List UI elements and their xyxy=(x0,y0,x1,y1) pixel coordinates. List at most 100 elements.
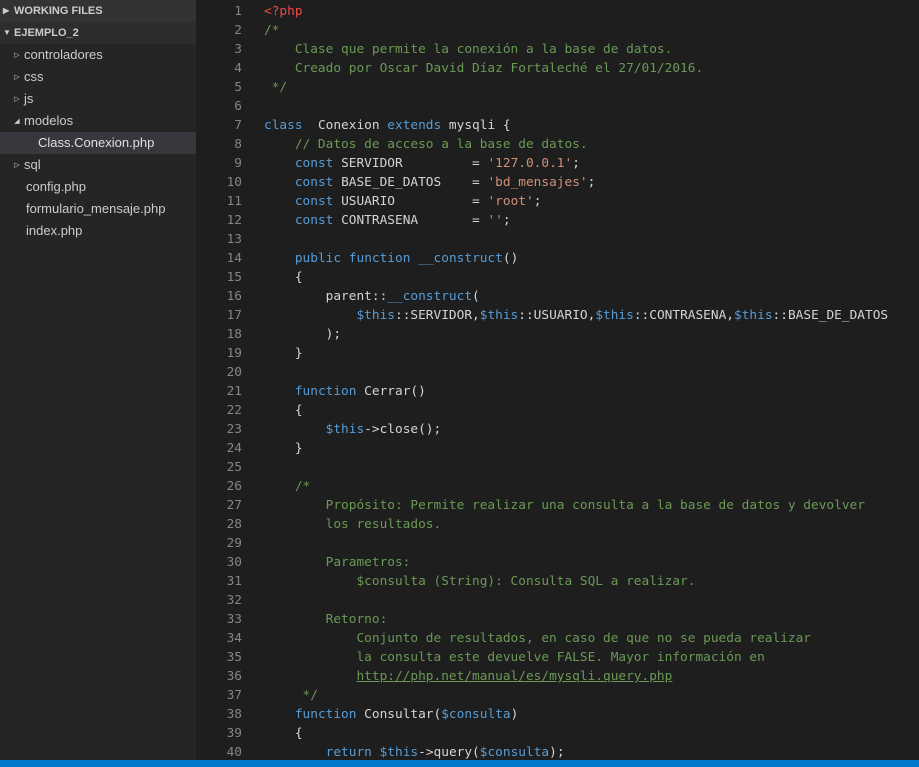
line-number: 15 xyxy=(226,270,242,285)
line-number: 9 xyxy=(234,156,242,171)
project-header[interactable]: ▼ EJEMPLO_2 xyxy=(0,22,196,44)
code-token: /* xyxy=(264,23,280,38)
tree-file[interactable]: formulario_mensaje.php xyxy=(0,198,196,220)
tree-folder[interactable]: ▷ css xyxy=(0,66,196,88)
code-token: function xyxy=(294,707,357,722)
code-line[interactable]: http://php.net/manual/es/mysqli.query.ph… xyxy=(264,667,672,686)
chevron-right-icon[interactable]: ▷ xyxy=(12,67,22,89)
file-explorer: ▶ WORKING FILES ▼ EJEMPLO_2 ▷ controladores… xyxy=(0,0,196,767)
code-token: BASE_DE_DATOS = xyxy=(333,175,488,190)
code-line[interactable]: $this::SERVIDOR,$this::USUARIO,$this::CO… xyxy=(264,306,888,325)
code-line[interactable]: const SERVIDOR = '127.0.0.1'; xyxy=(264,154,580,173)
tree-folder[interactable]: ◢ modelos xyxy=(0,110,196,132)
code-line[interactable]: { xyxy=(264,724,303,743)
working-files-header[interactable]: ▶ WORKING FILES xyxy=(0,0,196,22)
code-line[interactable]: /* xyxy=(264,21,279,40)
code-token: ->query( xyxy=(418,745,480,760)
code-token: ); xyxy=(549,745,565,760)
code-token: Parametros: xyxy=(264,555,411,570)
code-line[interactable]: Retorno: xyxy=(264,610,388,629)
code-token: const xyxy=(294,213,334,228)
line-number: 14 xyxy=(226,251,242,266)
code-line[interactable]: const CONTRASENA = ''; xyxy=(264,211,511,230)
line-number: 17 xyxy=(226,308,242,323)
tree-folder[interactable]: ▷ controladores xyxy=(0,44,196,66)
code-line[interactable]: parent::__construct( xyxy=(264,287,480,306)
code-line[interactable]: { xyxy=(264,401,303,420)
tree-folder[interactable]: ▷ sql xyxy=(0,154,196,176)
code-token: Consultar( xyxy=(356,707,442,722)
code-line[interactable]: const USUARIO = 'root'; xyxy=(264,192,542,211)
code-line[interactable]: function Cerrar() xyxy=(264,382,426,401)
code-token: const xyxy=(294,175,334,190)
line-number: 5 xyxy=(234,80,242,95)
code-line[interactable]: Clase que permite la conexión a la base … xyxy=(264,40,673,59)
code-line[interactable]: */ xyxy=(264,78,287,97)
code-line[interactable]: return $this->query($consulta); xyxy=(264,743,565,760)
code-token: $this xyxy=(734,308,773,323)
code-line[interactable]: function Consultar($consulta) xyxy=(264,705,518,724)
chevron-down-icon[interactable]: ◢ xyxy=(12,111,22,133)
code-token: USUARIO = xyxy=(333,194,488,209)
code-line[interactable]: $this->close(); xyxy=(264,420,442,439)
code-token: 'bd_mensajes' xyxy=(487,175,588,190)
tree-file[interactable]: Class.Conexion.php xyxy=(0,132,196,154)
tree-folder[interactable]: ▷ js xyxy=(0,88,196,110)
code-line[interactable]: Conjunto de resultados, en caso de que n… xyxy=(264,629,811,648)
code-token: ( xyxy=(472,289,480,304)
code-line[interactable]: los resultados. xyxy=(264,515,442,534)
line-number: 16 xyxy=(226,289,242,304)
code-line[interactable]: Propósito: Permite realizar una consulta… xyxy=(264,496,865,515)
code-line[interactable]: Parametros: xyxy=(264,553,411,572)
code-token: { xyxy=(264,403,303,418)
code-line[interactable]: ); xyxy=(264,325,341,344)
code-token: ::USUARIO, xyxy=(518,308,596,323)
tree-item-label: index.php xyxy=(26,223,83,238)
code-line[interactable]: public function __construct() xyxy=(264,249,518,268)
line-number: 33 xyxy=(226,612,242,627)
code-editor[interactable]: 1 <?php 2 /* 3 Clase que permite la conexión… xyxy=(196,0,919,760)
code-token: ) xyxy=(510,707,519,722)
code-line[interactable]: { xyxy=(264,268,303,287)
tree-file[interactable]: index.php xyxy=(0,220,196,242)
chevron-right-icon[interactable]: ▷ xyxy=(12,45,22,67)
code-token: Creado por Oscar David Díaz Fortaleché e… xyxy=(264,61,704,76)
code-line[interactable]: } xyxy=(264,344,303,363)
code-line[interactable]: /* xyxy=(264,477,310,496)
code-token: mysqli { xyxy=(441,118,511,133)
code-line[interactable]: class Conexion extends mysqli { xyxy=(264,116,511,135)
working-files-label: WORKING FILES xyxy=(14,5,103,17)
code-line[interactable]: la consulta este devuelve FALSE. Mayor i… xyxy=(264,648,764,667)
code-token: extends xyxy=(387,118,442,133)
line-number: 3 xyxy=(234,42,242,57)
tree-item-label: config.php xyxy=(26,179,86,194)
code-token: } xyxy=(264,441,303,456)
chevron-right-icon[interactable]: ▷ xyxy=(12,89,22,111)
code-line[interactable]: const BASE_DE_DATOS = 'bd_mensajes'; xyxy=(264,173,596,192)
code-line[interactable]: $consulta (String): Consulta SQL a reali… xyxy=(264,572,695,591)
chevron-right-icon[interactable]: ▷ xyxy=(12,155,22,177)
code-token: ); xyxy=(264,327,342,342)
code-line[interactable]: } xyxy=(264,439,303,458)
code-line[interactable]: // Datos de acceso a la base de datos. xyxy=(264,135,588,154)
line-number: 35 xyxy=(226,650,242,665)
code-token: Retorno: xyxy=(264,612,388,627)
code-token: ; xyxy=(502,213,511,228)
code-token: '' xyxy=(487,213,503,228)
code-token: $this xyxy=(479,308,519,323)
code-token: /* xyxy=(264,479,311,494)
code-token: { xyxy=(264,726,303,741)
code-line[interactable]: */ xyxy=(264,686,318,705)
code-token: los resultados. xyxy=(264,517,442,532)
tree-file[interactable]: config.php xyxy=(0,176,196,198)
code-line[interactable]: Creado por Oscar David Díaz Fortaleché e… xyxy=(264,59,703,78)
code-line[interactable]: <?php xyxy=(264,2,303,21)
line-number: 21 xyxy=(226,384,242,399)
